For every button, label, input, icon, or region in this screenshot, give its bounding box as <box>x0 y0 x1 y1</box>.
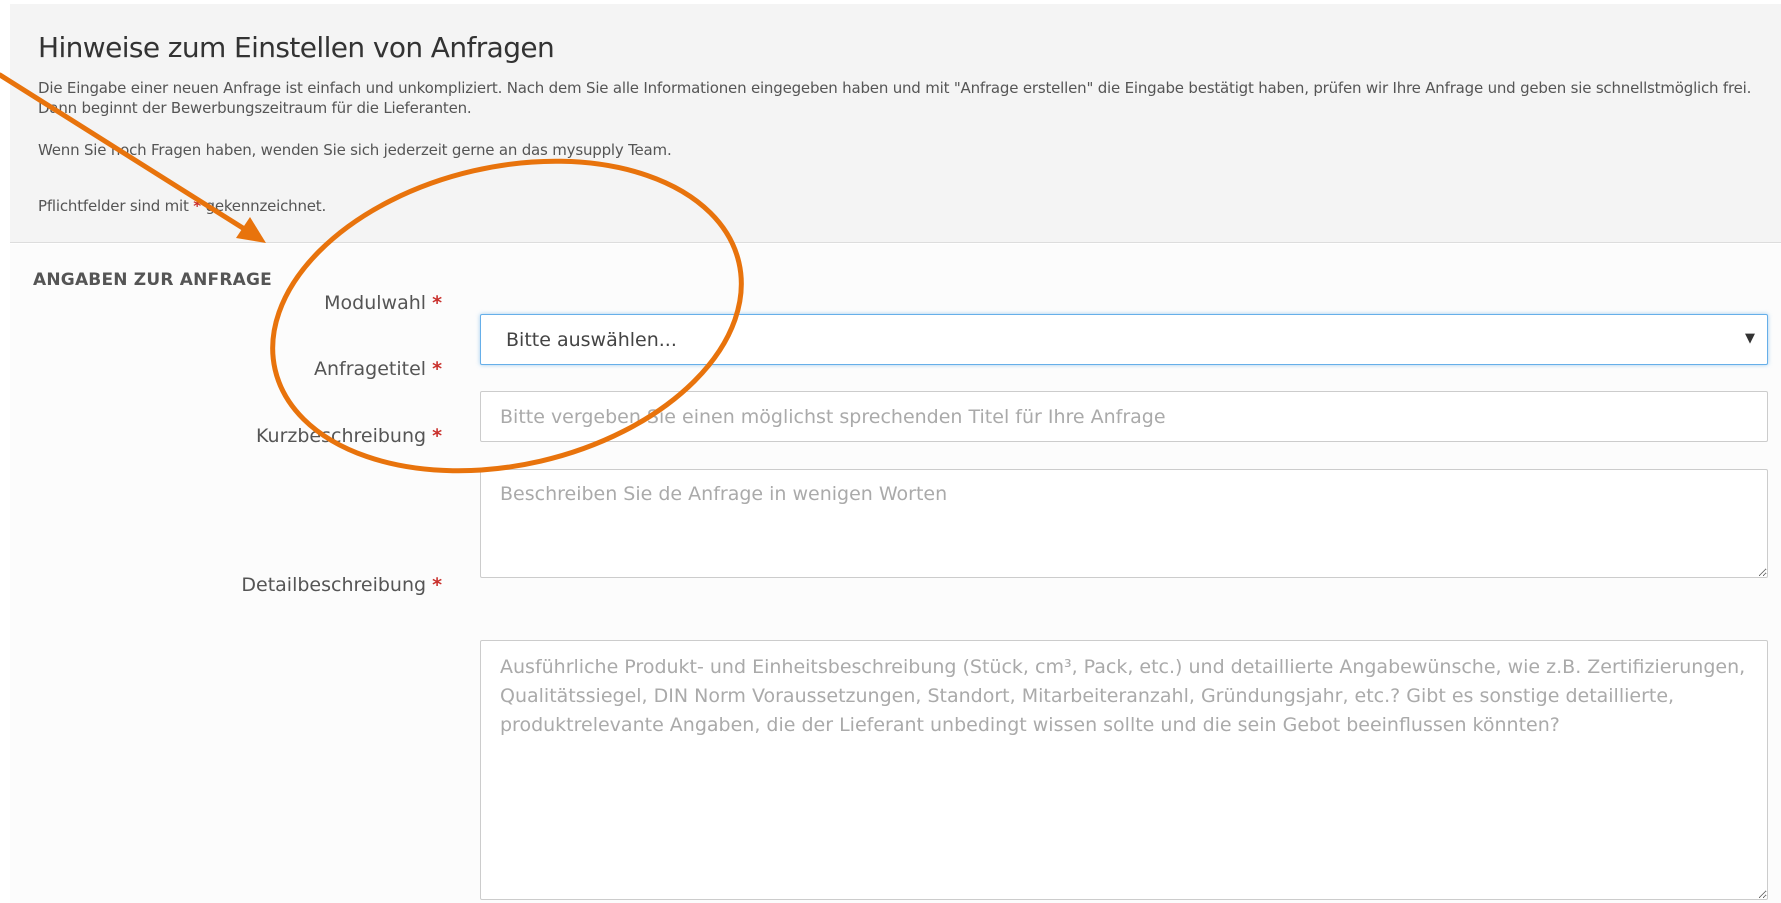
request-details-section: ANGABEN ZUR ANFRAGE Modulwahl * Bitte aus… <box>10 244 1781 903</box>
detail-description-label: Detailbeschreibung * <box>241 574 442 596</box>
section-title: ANGABEN ZUR ANFRAGE <box>33 270 272 290</box>
required-asterisk: * <box>432 358 442 380</box>
detail-description-label-text: Detailbeschreibung <box>241 574 427 596</box>
short-description-label: Kurzbeschreibung * <box>256 425 442 447</box>
title-input[interactable] <box>480 391 1768 442</box>
required-asterisk: * <box>193 197 201 215</box>
hints-title: Hinweise zum Einstellen von Anfragen <box>38 31 555 64</box>
hints-panel: Hinweise zum Einstellen von Anfragen Die… <box>10 4 1781 243</box>
module-label: Modulwahl * <box>324 292 442 314</box>
required-asterisk: * <box>432 574 442 596</box>
title-label-text: Anfragetitel <box>313 358 427 380</box>
short-description-label-text: Kurzbeschreibung <box>256 425 427 447</box>
required-asterisk: * <box>432 425 442 447</box>
request-form-page: Hinweise zum Einstellen von Anfragen Die… <box>0 0 1781 903</box>
required-note-suffix: gekennzeichnet. <box>200 197 327 215</box>
title-label: Anfragetitel * <box>314 358 442 380</box>
module-label-text: Modulwahl <box>324 292 427 314</box>
short-description-textarea[interactable] <box>480 469 1768 578</box>
detail-description-textarea[interactable] <box>480 640 1768 900</box>
required-fields-note: Pflichtfelder sind mit * gekennzeichnet. <box>38 197 326 215</box>
required-note-prefix: Pflichtfelder sind mit <box>38 197 194 215</box>
module-select-value: Bitte auswählen... <box>506 328 677 351</box>
required-asterisk: * <box>432 292 442 314</box>
hints-contact-text: Wenn Sie noch Fragen haben, wenden Sie s… <box>38 141 672 159</box>
module-select[interactable]: Bitte auswählen... ▼ <box>480 314 1768 365</box>
hints-intro-text: Die Eingabe einer neuen Anfrage ist einf… <box>38 79 1752 117</box>
chevron-down-icon: ▼ <box>1745 331 1755 346</box>
